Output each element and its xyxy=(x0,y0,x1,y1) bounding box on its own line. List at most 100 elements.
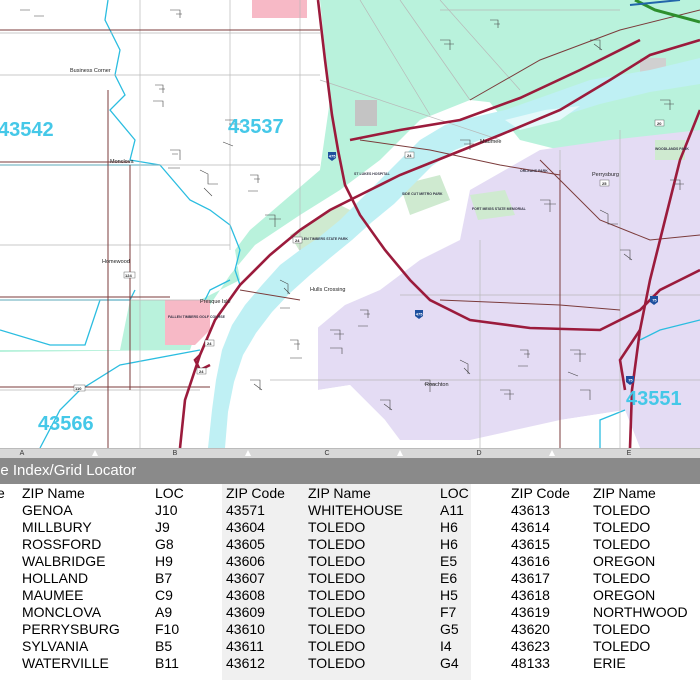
zip-label-43551: 43551 xyxy=(626,388,682,410)
zip-code-cell: 43613 xyxy=(511,502,550,518)
zip-name-cell: TOLEDO xyxy=(593,502,651,518)
park-label-fort-meigs: FORT MEIGS STATE MEMORIAL xyxy=(472,207,527,211)
zip-code-cell: 43607 xyxy=(226,570,265,586)
ruler-letter-e: E xyxy=(626,450,632,457)
shield-route-24-a: 24 xyxy=(404,151,415,159)
zip-code-map[interactable]: 43542 43537 43566 43551 Business Corner … xyxy=(0,0,700,448)
zip-name-cell: TOLEDO xyxy=(593,621,651,637)
loc-cell: H6 xyxy=(440,536,458,552)
shield-route-20: 20 xyxy=(654,119,665,127)
zip-name-cell: MONCLOVA xyxy=(22,604,102,620)
place-monclova: Monclova xyxy=(110,159,134,165)
svg-text:124: 124 xyxy=(125,273,132,278)
zip-name-cell: TOLEDO xyxy=(308,621,366,637)
shield-route-124: 124 xyxy=(123,271,136,279)
loc-cell: E5 xyxy=(440,553,458,569)
zip-name-cell: TOLEDO xyxy=(593,570,651,586)
svg-text:24: 24 xyxy=(407,153,412,158)
zip-code-cell: 43617 xyxy=(511,570,550,586)
zip-pink-north xyxy=(252,0,307,18)
place-presque-isle: Presque Isle xyxy=(200,299,231,305)
park-label-fallen-timbers: FALLEN TIMBERS STATE PARK xyxy=(295,237,348,241)
zip-name-cell: OREGON xyxy=(593,553,656,569)
label-fallen-timbers-golf: FALLEN TIMBERS GOLF COURSE xyxy=(168,315,226,319)
zip-name-cell: ROSSFORD xyxy=(22,536,102,552)
svg-text:475: 475 xyxy=(329,154,336,159)
loc-cell: H9 xyxy=(155,553,173,569)
index-title-bar: le Index/Grid Locator xyxy=(0,458,700,484)
svg-text:24: 24 xyxy=(199,369,204,374)
svg-text:475: 475 xyxy=(416,312,423,317)
zip-name-cell: TOLEDO xyxy=(593,519,651,535)
label-st-lukes: ST LUKES HOSPITAL xyxy=(354,172,391,176)
svg-text:24: 24 xyxy=(295,238,300,243)
place-business-corners: Business Corner xyxy=(70,68,111,74)
shield-route-24-b: 24 xyxy=(292,236,303,244)
zip-name-cell: TOLEDO xyxy=(308,519,366,535)
loc-cell: J9 xyxy=(155,519,170,535)
shield-route-24-d: 24 xyxy=(196,367,207,375)
ruler-tick xyxy=(92,450,98,456)
zip-name-cell: WHITEHOUSE xyxy=(308,502,403,518)
ruler-letter-d: D xyxy=(476,450,482,457)
svg-text:110: 110 xyxy=(75,386,82,391)
zip-name-cell: WATERVILLE xyxy=(22,655,109,671)
zip-name-cell: ERIE xyxy=(593,655,626,671)
header-zip-code: ZIP Code xyxy=(511,485,570,501)
zip-name-cell: HOLLAND xyxy=(22,570,89,586)
loc-cell: C9 xyxy=(155,587,173,603)
zip-name-cell: TOLEDO xyxy=(308,553,366,569)
svg-text:75: 75 xyxy=(652,298,657,303)
zip-name-cell: GENOA xyxy=(22,502,73,518)
loc-cell: B5 xyxy=(155,638,173,654)
shield-route-25: 25 xyxy=(599,179,610,187)
loc-cell: G8 xyxy=(155,536,174,552)
zip-index-table: e ZIP Name LOC ZIP Code ZIP Name LOC ZIP… xyxy=(0,484,700,700)
zip-name-cell: PERRYSBURG xyxy=(22,621,120,637)
loc-cell: B7 xyxy=(155,570,173,586)
park-label-woodlands: WOODLANDS PARK xyxy=(655,147,689,151)
loc-cell: E6 xyxy=(440,570,458,586)
building-gray-1 xyxy=(355,100,377,126)
zip-label-43537: 43537 xyxy=(228,116,284,138)
zip-name-cell: TOLEDO xyxy=(308,570,366,586)
ruler-tick xyxy=(245,450,251,456)
header-zip-name: ZIP Name xyxy=(22,485,85,501)
svg-text:20: 20 xyxy=(657,121,662,126)
zip-code-cell: 43610 xyxy=(226,621,265,637)
loc-cell: A11 xyxy=(440,502,464,518)
zip-name-cell: NORTHWOOD xyxy=(593,604,688,620)
loc-cell: B11 xyxy=(155,655,179,671)
loc-cell: G4 xyxy=(440,655,459,671)
ruler-tick xyxy=(549,450,555,456)
loc-cell: G5 xyxy=(440,621,459,637)
zip-code-cell: 43605 xyxy=(226,536,265,552)
loc-cell: A9 xyxy=(155,604,173,620)
place-maumee: Maumee xyxy=(480,139,501,145)
header-zip-code-partial: e xyxy=(0,485,5,501)
zip-name-cell: MILLBURY xyxy=(22,519,92,535)
ruler-tick xyxy=(397,450,403,456)
zip-name-cell: MAUMEE xyxy=(22,587,84,603)
loc-cell: F7 xyxy=(440,604,457,620)
zip-code-cell: 43609 xyxy=(226,604,265,620)
zip-code-cell: 43618 xyxy=(511,587,550,603)
zip-name-cell: TOLEDO xyxy=(308,604,366,620)
loc-cell: H6 xyxy=(440,519,458,535)
place-roachton: Roachton xyxy=(425,382,449,388)
svg-text:75: 75 xyxy=(628,378,633,383)
svg-text:25: 25 xyxy=(602,181,607,186)
ruler-letter-a: A xyxy=(19,450,25,457)
zip-code-cell: 43614 xyxy=(511,519,550,535)
zip-name-cell: TOLEDO xyxy=(308,536,366,552)
place-homewood: Homewood xyxy=(102,259,130,265)
header-loc: LOC xyxy=(440,485,469,501)
zip-name-cell: TOLEDO xyxy=(308,638,366,654)
zip-code-cell: 43604 xyxy=(226,519,265,535)
zip-name-cell: TOLEDO xyxy=(593,638,651,654)
zip-name-cell: SYLVANIA xyxy=(22,638,89,654)
park-label-side-cut: SIDE CUT METRO PARK xyxy=(402,192,443,196)
ruler-letter-c: C xyxy=(324,450,330,457)
zip-code-cell: 43606 xyxy=(226,553,265,569)
zip-label-43542: 43542 xyxy=(0,119,54,141)
